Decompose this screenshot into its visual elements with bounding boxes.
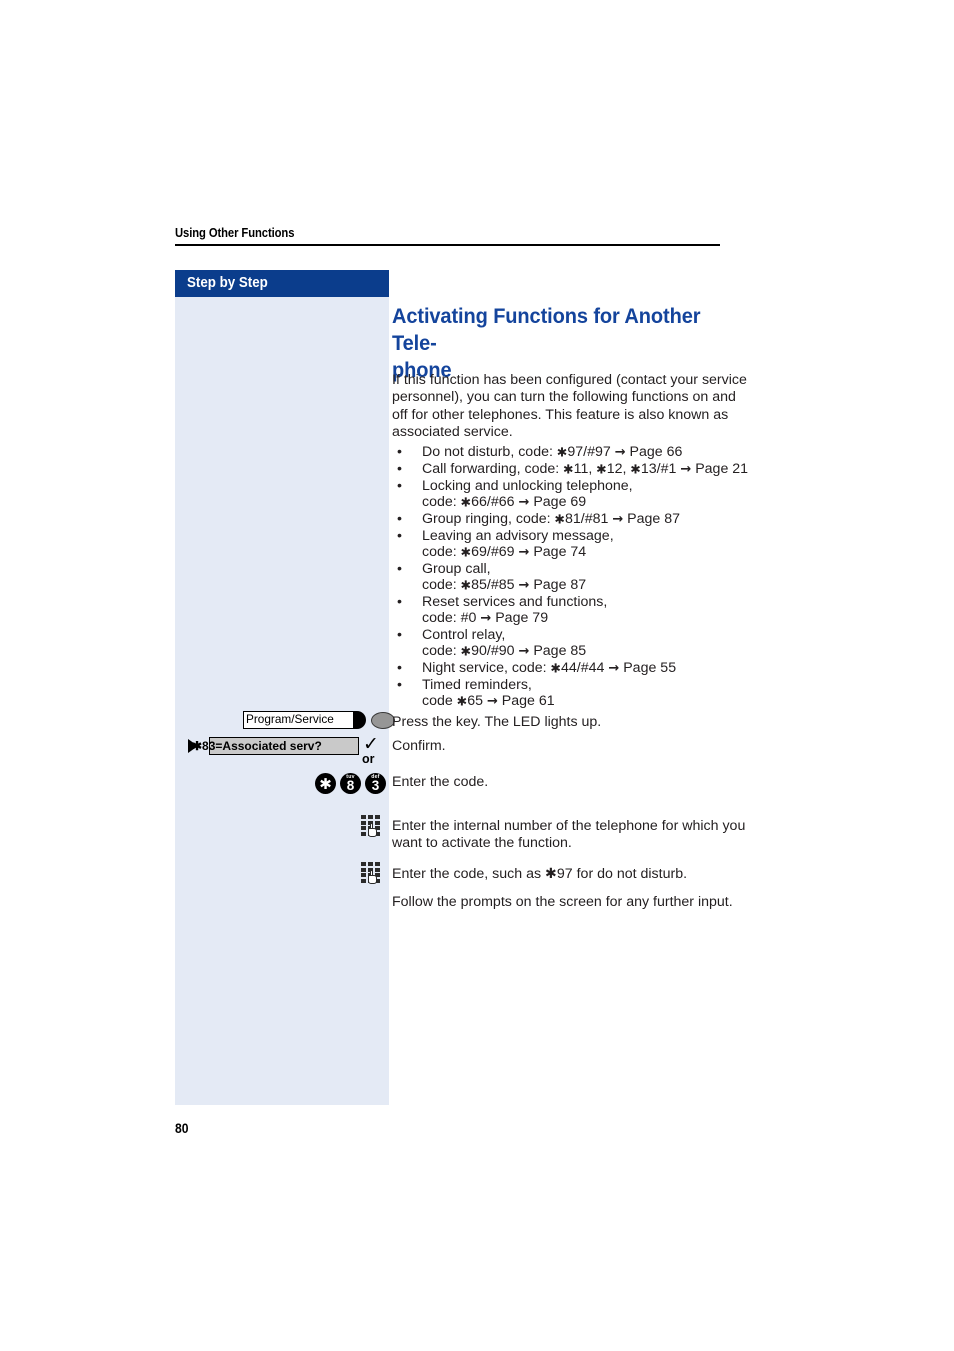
document-page: Using Other Functions Step by Step Activ… — [0, 0, 954, 1351]
bullet-marker: • — [397, 528, 402, 544]
list-item-text: Night service, code: ✱44/#44 → Page 55 — [422, 660, 677, 676]
sidebar-header-bar: Step by Step — [175, 270, 389, 297]
keypad-entry-icon — [361, 862, 383, 888]
list-item: • Timed reminders, — [392, 677, 752, 693]
step-description: Enter the code. — [392, 774, 489, 790]
list-item: • Leaving an advisory message, — [392, 528, 752, 544]
list-item-text: Leaving an advisory message, — [422, 528, 614, 544]
list-item-text: Timed reminders, — [422, 677, 532, 693]
page-title-line1: Activating Functions for Another Tele- — [392, 304, 701, 355]
list-item-continuation: code: ✱69/#69 → Page 74 — [422, 544, 587, 560]
running-header: Using Other Functions — [175, 226, 720, 246]
list-item-text: Locking and unlocking telephone, — [422, 478, 633, 494]
hand-pointer-icon — [368, 823, 377, 838]
list-item: • Call forwarding, code: ✱11, ✱12, ✱13/#… — [392, 461, 752, 478]
page-number: 80 — [175, 1121, 189, 1136]
key-label: 8 — [346, 777, 355, 793]
list-item-text: Control relay, — [422, 627, 506, 643]
bullet-marker: • — [397, 594, 402, 610]
bullet-marker: • — [397, 627, 402, 643]
bullet-marker: • — [397, 660, 402, 676]
program-service-key[interactable]: Program/Service — [243, 711, 395, 731]
step-description: Enter the internal number of the telepho… — [392, 818, 746, 852]
keypad-entry-icon — [361, 815, 383, 841]
list-item: • Locking and unlocking telephone, — [392, 478, 752, 494]
list-item-text: Group ringing, code: ✱81/#81 → Page 87 — [422, 511, 681, 527]
bullet-marker: • — [397, 561, 402, 577]
list-item: • Group call, — [392, 561, 752, 577]
key-asterisk-icon[interactable]: ✱ — [315, 773, 336, 794]
list-item-continuation: code ✱65 → Page 61 — [422, 693, 555, 709]
bullet-marker: • — [397, 461, 402, 477]
list-item-continuation: code: ✱66/#66 → Page 69 — [422, 494, 587, 510]
list-item: • Group ringing, code: ✱81/#81 → Page 87 — [392, 511, 752, 528]
step-description: Enter the code, such as ✱97 for do not d… — [392, 866, 688, 882]
list-item: • Reset services and functions, — [392, 594, 752, 610]
list-item-continuation: code: ✱90/#90 → Page 85 — [422, 643, 587, 659]
key-label: ✱ — [319, 774, 332, 793]
list-item-continuation: code: #0 → Page 79 — [422, 610, 549, 626]
bullet-marker: • — [397, 511, 402, 527]
function-code-list: • Do not disturb, code: ✱97/#97 → Page 6… — [392, 444, 752, 710]
list-item-continuation: code: ✱85/#85 → Page 87 — [422, 577, 587, 593]
step-description: Press the key. The LED lights up. — [392, 714, 602, 730]
running-header-title: Using Other Functions — [175, 226, 295, 240]
list-item-text: Call forwarding, code: ✱11, ✱12, ✱13/#1 … — [422, 461, 749, 477]
or-separator-label: or — [362, 752, 375, 766]
list-item-text: Group call, — [422, 561, 491, 577]
key-8-icon[interactable]: tuv 8 — [340, 773, 361, 794]
list-item: • Control relay, — [392, 627, 752, 643]
header-divider — [175, 244, 720, 246]
list-item: • Night service, code: ✱44/#44 → Page 55 — [392, 660, 752, 677]
list-item: • Do not disturb, code: ✱97/#97 → Page 6… — [392, 444, 752, 461]
bullet-marker: • — [397, 444, 402, 460]
function-key-label: Program/Service — [246, 712, 334, 726]
step-by-step-sidebar: Step by Step — [175, 270, 389, 1105]
list-item-text: Reset services and functions, — [422, 594, 608, 610]
dial-code-keys[interactable]: ✱ tuv 8 def 3 — [315, 773, 389, 795]
list-item-text: Do not disturb, code: ✱97/#97 → Page 66 — [422, 444, 683, 460]
function-key-tab-icon — [353, 711, 366, 729]
key-label: 3 — [371, 777, 380, 793]
hand-pointer-icon — [368, 870, 377, 885]
step-description: Confirm. — [392, 738, 446, 754]
bullet-marker: • — [397, 677, 402, 693]
sidebar-title: Step by Step — [187, 275, 268, 291]
bullet-marker: • — [397, 478, 402, 494]
intro-paragraph: If this function has been configured (co… — [392, 372, 747, 440]
menu-option-label: ✱83=Associated serv? — [192, 738, 322, 753]
menu-option-row[interactable]: ✱83=Associated serv? — [188, 737, 388, 757]
step-description: Follow the prompts on the screen for any… — [392, 894, 733, 910]
key-3-icon[interactable]: def 3 — [365, 773, 386, 794]
